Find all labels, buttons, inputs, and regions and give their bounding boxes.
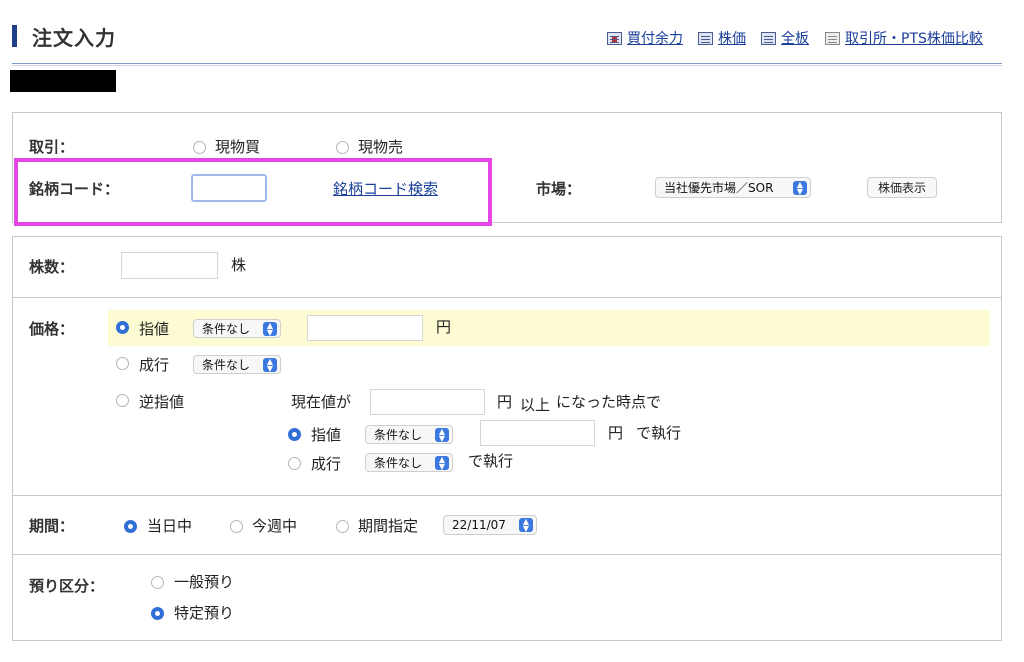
full-board-label: 全板: [781, 31, 809, 47]
full-board-icon: [761, 31, 776, 45]
limit-condition-value: 条件なし: [202, 322, 251, 336]
sell-option-label: 現物売: [358, 138, 404, 156]
radio-this-week[interactable]: [230, 520, 243, 533]
stop-trigger-input[interactable]: [370, 389, 485, 415]
stop-limit-execute-label: で執行: [636, 424, 682, 442]
radio-limit[interactable]: [116, 321, 129, 334]
specific-deposit-label: 特定預り: [174, 604, 235, 622]
period-date-select[interactable]: 22/11/07 ▲ ▼: [443, 515, 537, 535]
stop-market-condition-value: 条件なし: [374, 456, 423, 470]
radio-stop-market[interactable]: [288, 457, 301, 470]
trade-label: 取引：: [29, 138, 75, 156]
code-input[interactable]: [191, 174, 267, 202]
stop-market-label: 成行: [311, 455, 342, 473]
select-arrow-icon: ▲ ▼: [519, 518, 533, 533]
radio-stop[interactable]: [116, 394, 129, 407]
stop-yen-unit: 円: [497, 393, 513, 411]
above-label: 以上: [520, 396, 551, 414]
stop-limit-condition-value: 条件なし: [374, 428, 423, 442]
radio-specific-deposit[interactable]: [151, 607, 164, 620]
select-arrow-icon: ▲ ▼: [263, 322, 277, 337]
limit-option-label: 指値: [139, 320, 170, 338]
exchange-compare-link[interactable]: 取引所・PTS株価比較: [825, 28, 983, 48]
today-option-label: 当日中: [147, 517, 193, 535]
show-price-button[interactable]: 株価表示: [867, 177, 937, 198]
divider-shares: [13, 297, 1001, 298]
radio-sell[interactable]: [336, 141, 349, 154]
divider-period: [13, 554, 1001, 555]
select-arrow-icon: ▲ ▼: [435, 428, 449, 443]
deposit-label: 預り区分：: [29, 577, 105, 595]
stock-price-link[interactable]: 株価: [698, 28, 746, 48]
stock-price-icon: [698, 31, 713, 45]
specify-period-option-label: 期間指定: [358, 517, 419, 535]
code-search-link[interactable]: 銘柄コード検索: [333, 178, 438, 199]
limit-yen-unit: 円: [436, 318, 452, 336]
code-label: 銘柄コード：: [29, 180, 120, 198]
market-condition-select[interactable]: 条件なし ▲ ▼: [193, 355, 281, 374]
limit-price-input[interactable]: [307, 315, 423, 341]
stop-limit-price-input[interactable]: [480, 420, 595, 446]
shares-input[interactable]: [121, 252, 218, 279]
buying-power-icon: [607, 31, 622, 45]
buy-option-label: 現物買: [215, 138, 261, 156]
radio-today[interactable]: [124, 520, 137, 533]
stop-option-label: 逆指値: [139, 393, 185, 411]
full-board-link[interactable]: 全板: [761, 28, 809, 48]
stop-limit-condition-select[interactable]: 条件なし ▲ ▼: [365, 425, 453, 444]
page-title: 注文入力: [32, 26, 116, 50]
shares-label: 株数：: [29, 258, 75, 276]
exchange-compare-icon: [825, 31, 840, 45]
radio-general-deposit[interactable]: [151, 576, 164, 589]
market-order-label: 成行: [139, 356, 170, 374]
select-arrow-icon: ▲ ▼: [793, 181, 807, 196]
radio-stop-limit[interactable]: [288, 428, 301, 441]
divider-price: [13, 495, 1001, 496]
period-label: 期間：: [29, 517, 75, 535]
header-divider-light: [12, 65, 1002, 66]
stop-market-execute-label: で執行: [468, 452, 514, 470]
buying-power-link[interactable]: 買付余力: [607, 28, 683, 48]
this-week-option-label: 今週中: [252, 517, 298, 535]
radio-specify-period[interactable]: [336, 520, 349, 533]
when-label: になった時点で: [556, 393, 662, 411]
redacted-bar: [10, 70, 116, 92]
period-date-value: 22/11/07: [452, 518, 506, 532]
stock-price-label: 株価: [718, 31, 746, 47]
buying-power-label: 買付余力: [627, 31, 683, 47]
radio-buy[interactable]: [193, 141, 206, 154]
select-arrow-icon: ▲ ▼: [263, 358, 277, 373]
price-label: 価格：: [29, 320, 75, 338]
stop-market-condition-select[interactable]: 条件なし ▲ ▼: [365, 453, 453, 472]
stop-limit-label: 指値: [311, 426, 342, 444]
general-deposit-label: 一般預り: [174, 573, 235, 591]
header-divider: [12, 63, 1002, 64]
exchange-compare-label: 取引所・PTS株価比較: [845, 31, 983, 47]
select-arrow-icon: ▲ ▼: [435, 456, 449, 471]
market-condition-value: 条件なし: [202, 358, 251, 372]
market-label: 市場：: [536, 180, 582, 198]
market-select[interactable]: 当社優先市場／SOR ▲ ▼: [655, 177, 811, 198]
limit-condition-select[interactable]: 条件なし ▲ ▼: [193, 319, 281, 338]
market-select-value: 当社優先市場／SOR: [664, 181, 774, 195]
current-price-label: 現在値が: [291, 393, 352, 411]
title-accent-bar: [12, 25, 17, 47]
radio-market-order[interactable]: [116, 357, 129, 370]
stop-limit-yen-unit: 円: [608, 424, 624, 442]
shares-unit: 株: [231, 256, 247, 274]
